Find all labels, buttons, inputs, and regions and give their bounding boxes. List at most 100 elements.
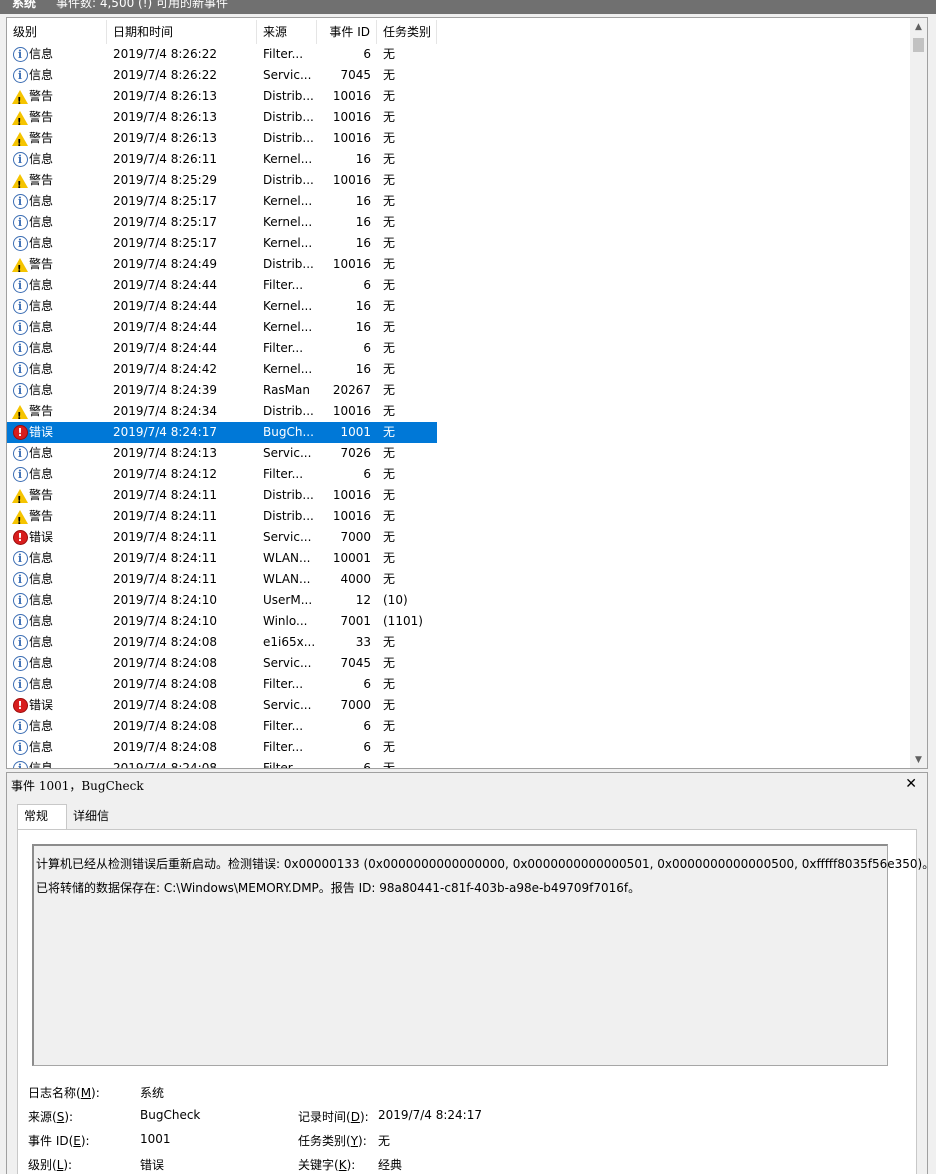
cell-date: 2019/7/4 8:24:39 [113,383,217,397]
cell-source: Filter... [263,47,304,61]
table-row[interactable]: 警告 2019/7/4 8:24:11 Distrib... 10016 无 [7,485,437,506]
cell-event-id: 10016 [332,89,371,103]
warning-icon [12,131,28,149]
column-header-event-id[interactable]: 事件 ID [317,20,377,44]
table-row[interactable]: 信息 2019/7/4 8:26:22 Servic... 7045 无 [7,65,437,86]
table-row[interactable]: 信息 2019/7/4 8:24:44 Filter... 6无 [7,275,437,296]
table-row[interactable]: 错误 2019/7/4 8:24:17 BugCh... 1001 无 [7,422,437,443]
close-icon[interactable]: ✕ [905,776,917,792]
table-row[interactable]: 信息 2019/7/4 8:26:22 Filter... 6无 [7,44,437,65]
table-row[interactable]: 警告 2019/7/4 8:26:13 Distrib... 10016 无 [7,86,437,107]
cell-task: 无 [383,677,396,691]
event-list[interactable]: 级别 日期和时间 来源 事件 ID 任务类别 信息 2019/7/4 8:26:2… [6,17,928,769]
cell-task: 无 [383,698,396,712]
table-row[interactable]: 信息 2019/7/4 8:25:17 Kernel... 16 无 [7,233,437,254]
cell-level: 警告 [29,110,54,124]
table-row[interactable]: 信息2019/7/4 8:24:08Filter...6无 [7,716,437,737]
column-header-task[interactable]: 任务类别 [377,20,437,44]
cell-event-id: 10016 [332,488,371,502]
table-row[interactable]: 信息 2019/7/4 8:24:13 Servic... 7026 无 [7,443,437,464]
table-row[interactable]: 信息 2019/7/4 8:24:08 e1i65x... 33 无 [7,632,437,653]
table-row[interactable]: 警告 2019/7/4 8:24:49 Distrib... 10016 无 [7,254,437,275]
table-row[interactable]: 信息2019/7/4 8:24:08Filter...6无 [7,758,437,769]
level-icon-cell [11,317,29,338]
level-icon-cell [11,86,29,107]
table-row[interactable]: 信息 2019/7/4 8:24:11 WLAN... 4000 无 [7,569,437,590]
cell-event-id: 20267 [332,383,371,397]
info-icon [12,569,28,590]
column-header-date[interactable]: 日期和时间 [107,20,257,44]
table-row[interactable]: 错误 2019/7/4 8:24:08 Servic... 7000 无 [7,695,437,716]
cell-level: 信息 [29,761,54,769]
cell-level: 错误 [29,530,54,544]
level-icon-cell [11,758,29,768]
cell-event-id: 6 [363,341,371,355]
table-row[interactable]: 信息2019/7/4 8:24:08Filter...6无 [7,737,437,758]
cell-source: Distrib... [263,488,314,502]
cell-event-id: 7000 [340,698,371,712]
table-row[interactable]: 信息 2019/7/4 8:25:17 Kernel... 16 无 [7,212,437,233]
warning-icon [12,89,28,107]
event-description[interactable]: 计算机已经从检测错误后重新启动。检测错误: 0x00000133 (0x0000… [32,844,934,1066]
cell-date: 2019/7/4 8:24:08 [113,761,217,769]
table-row[interactable]: 警告 2019/7/4 8:24:34 Distrib... 10016 无 [7,401,437,422]
column-header-level[interactable]: 级别 [7,20,107,44]
cell-event-id: 6 [363,719,371,733]
table-row[interactable]: 信息 2019/7/4 8:24:39 RasMan 20267 无 [7,380,437,401]
cell-source: Servic... [263,68,312,82]
table-row[interactable]: 信息 2019/7/4 8:24:44 Kernel... 16 无 [7,317,437,338]
tab-details[interactable]: 详细信息 [67,805,125,845]
level-icon-cell [11,401,29,422]
column-header-source[interactable]: 来源 [257,20,317,44]
cell-task: 无 [383,236,396,250]
table-row[interactable]: 警告 2019/7/4 8:26:13 Distrib... 10016 无 [7,107,437,128]
tab-general[interactable]: 常规 [17,804,67,830]
table-row[interactable]: 警告 2019/7/4 8:26:13 Distrib... 10016 无 [7,128,437,149]
table-row[interactable]: 信息 2019/7/4 8:26:11 Kernel... 16 无 [7,149,437,170]
table-row[interactable]: 信息 2019/7/4 8:24:42 Kernel... 16 无 [7,359,437,380]
level-icon-cell [11,464,29,485]
cell-event-id: 12 [355,593,371,607]
cell-level: 警告 [29,509,54,523]
list-scrollbar[interactable]: ▲ ▼ [910,18,927,768]
cell-date: 2019/7/4 8:26:11 [113,152,217,166]
scroll-up-icon[interactable]: ▲ [910,18,927,35]
cell-event-id: 10016 [332,404,371,418]
cell-event-id: 33 [355,635,371,649]
level-icon-cell [11,107,29,128]
info-icon [12,674,28,695]
table-row[interactable]: 信息2019/7/4 8:24:08Filter...6无 [7,674,437,695]
cell-level: 警告 [29,257,54,271]
cell-task: 无 [383,131,396,145]
info-icon [12,380,28,401]
cell-task: 无 [383,362,396,376]
cell-event-id: 6 [363,740,371,754]
table-row[interactable]: 信息 2019/7/4 8:24:44 Kernel... 16 无 [7,296,437,317]
info-icon [12,611,28,632]
table-row[interactable]: 信息 2019/7/4 8:24:44 Filter... 6无 [7,338,437,359]
table-row[interactable]: 信息 2019/7/4 8:24:10 UserM... 12 (10) [7,590,437,611]
level-icon-cell [11,44,29,65]
table-row[interactable]: 信息 2019/7/4 8:24:12 Filter... 6无 [7,464,437,485]
table-row[interactable]: 信息 2019/7/4 8:24:08 Servic... 7045 无 [7,653,437,674]
table-row[interactable]: 信息 2019/7/4 8:24:10 Winlo... 7001 (1101) [7,611,437,632]
scroll-thumb[interactable] [913,38,924,52]
cell-level: 信息 [29,572,54,586]
table-row[interactable]: 警告 2019/7/4 8:24:11 Distrib... 10016 无 [7,506,437,527]
cell-date: 2019/7/4 8:24:08 [113,656,217,670]
cell-source: Kernel... [263,299,313,313]
table-row[interactable]: 警告 2019/7/4 8:25:29 Distrib... 10016 无 [7,170,437,191]
warning-icon [12,509,28,527]
table-row[interactable]: 信息 2019/7/4 8:25:17 Kernel... 16 无 [7,191,437,212]
cell-level: 信息 [29,446,54,460]
table-row[interactable]: 信息 2019/7/4 8:24:11 WLAN... 10001 无 [7,548,437,569]
cell-event-id: 16 [355,320,371,334]
cell-source: RasMan [263,383,310,397]
scroll-down-icon[interactable]: ▼ [910,751,927,768]
table-row[interactable]: 错误 2019/7/4 8:24:11 Servic... 7000 无 [7,527,437,548]
cell-task: 无 [383,278,396,292]
warning-icon [12,404,28,422]
cell-event-id: 6 [363,47,371,61]
cell-date: 2019/7/4 8:24:10 [113,593,217,607]
cell-source: Kernel... [263,215,313,229]
